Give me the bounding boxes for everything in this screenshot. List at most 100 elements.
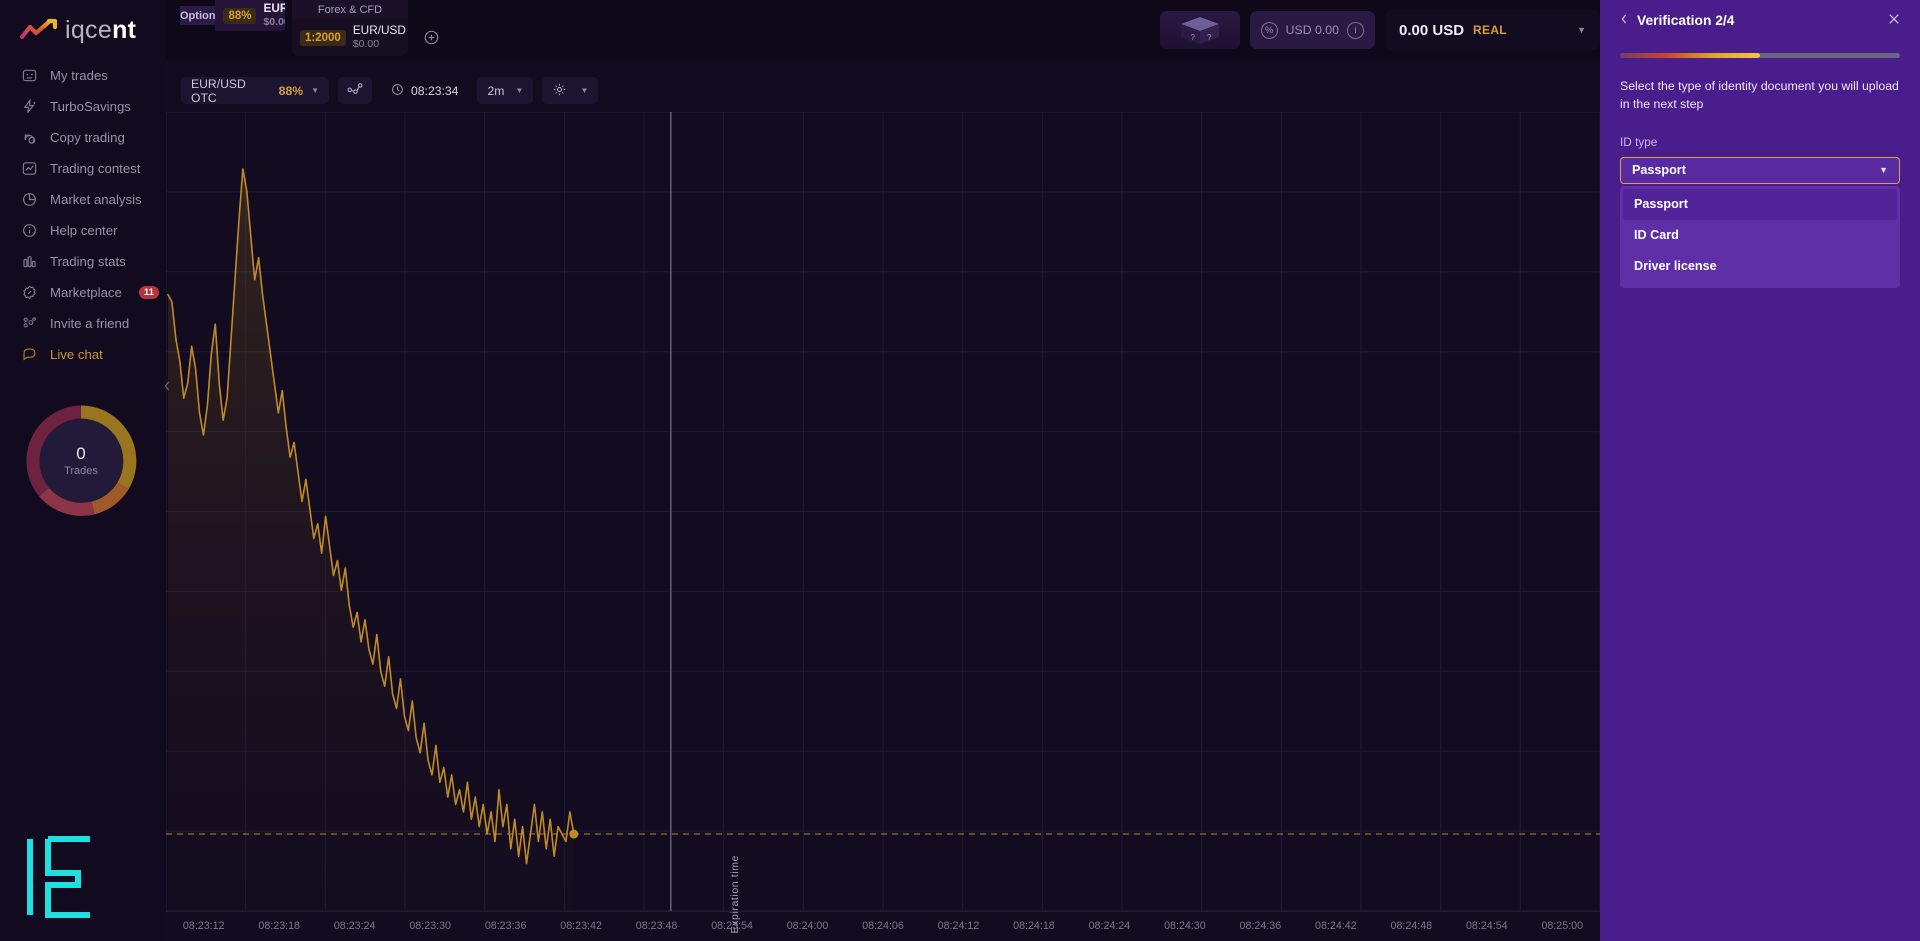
back-button[interactable] bbox=[1620, 13, 1628, 28]
asset-name: EUR/USD OTC bbox=[263, 1, 285, 16]
info-icon[interactable]: i bbox=[1347, 21, 1364, 39]
balance-type: REAL bbox=[1473, 23, 1507, 37]
gear-star-icon bbox=[21, 284, 38, 301]
gear-icon bbox=[552, 82, 567, 100]
indicators-icon bbox=[346, 82, 364, 99]
x-axis-tick: 08:24:30 bbox=[1164, 920, 1206, 932]
sidebar: iqcent My trades TurboSavings Copy tradi… bbox=[0, 0, 166, 941]
leverage-pill: 1:2000 bbox=[300, 29, 346, 46]
verification-description: Select the type of identity document you… bbox=[1620, 79, 1899, 111]
sidebar-item-label: My trades bbox=[50, 68, 108, 83]
sidebar-collapse-handle[interactable] bbox=[160, 372, 174, 400]
indicators-button[interactable] bbox=[338, 77, 372, 104]
asset-tab-kind: Option bbox=[180, 6, 216, 25]
verification-progress-fill bbox=[1620, 53, 1760, 58]
trades-donut-chart: 0 Trades bbox=[20, 400, 142, 522]
x-axis-tick: 08:24:48 bbox=[1390, 920, 1433, 932]
brand-name: iqcent bbox=[65, 15, 137, 44]
sidebar-item-label: Invite a friend bbox=[50, 316, 130, 331]
sidebar-item-turbosavings[interactable]: TurboSavings bbox=[0, 91, 166, 122]
svg-text:?: ? bbox=[1207, 33, 1212, 42]
sidebar-item-trading-stats[interactable]: Trading stats bbox=[0, 246, 166, 277]
x-axis-tick: 08:24:42 bbox=[1315, 920, 1357, 932]
option-label: Passport bbox=[1634, 197, 1688, 212]
sidebar-item-label: Trading contest bbox=[50, 161, 141, 176]
asset-tabs: Option 88% EUR/USD OTC $0.00 Forex & CFD… bbox=[166, 0, 442, 56]
x-axis-tick: 08:23:12 bbox=[182, 920, 225, 932]
verification-title: Verification 2/4 bbox=[1637, 12, 1735, 28]
verification-panel: Verification 2/4 Select the type of iden… bbox=[1600, 0, 1920, 941]
option-label: ID Card bbox=[1634, 228, 1679, 243]
expiration-time-label: Expiration time bbox=[729, 855, 741, 934]
id-type-option-passport[interactable]: Passport bbox=[1623, 188, 1897, 220]
sidebar-item-help-center[interactable]: Help center bbox=[0, 215, 166, 246]
sidebar-item-label: Help center bbox=[50, 223, 118, 238]
sidebar-item-copy-trading[interactable]: Copy trading bbox=[0, 122, 166, 153]
x-axis-tick: 08:24:36 bbox=[1239, 920, 1282, 932]
id-type-selected-value: Passport bbox=[1632, 163, 1686, 178]
top-bar-right: ? ? % USD 0.00 i 0.00 USD REAL ▼ bbox=[1159, 0, 1600, 60]
asset-name: EUR/USD bbox=[352, 23, 406, 38]
chart-asset-name: EUR/USD OTC bbox=[191, 76, 246, 105]
price-chart-svg bbox=[165, 111, 1601, 912]
chart-clock: 08:23:34 bbox=[381, 77, 468, 104]
x-axis-tick: 08:24:54 bbox=[1465, 920, 1508, 932]
payout-pill: 88% bbox=[223, 7, 257, 24]
asset-amount: $0.00 bbox=[263, 16, 285, 29]
contest-icon bbox=[21, 160, 38, 177]
chevron-down-icon: ▼ bbox=[580, 86, 589, 95]
option-label: Driver license bbox=[1634, 259, 1717, 274]
id-type-option-driver-license[interactable]: Driver license bbox=[1623, 251, 1897, 282]
chevron-down-icon: ▼ bbox=[1577, 25, 1586, 35]
chevron-down-icon: ▼ bbox=[311, 86, 319, 95]
marketplace-badge: 11 bbox=[138, 285, 159, 300]
x-axis-tick: 08:24:18 bbox=[1013, 920, 1055, 932]
chart-settings-button[interactable]: ▼ bbox=[542, 77, 599, 104]
bonus-amount: USD 0.00 bbox=[1285, 23, 1339, 37]
pie-icon bbox=[21, 191, 38, 208]
id-type-select[interactable]: Passport ▼ bbox=[1620, 156, 1900, 184]
chart-asset-select[interactable]: EUR/USD OTC 88% ▼ bbox=[181, 76, 329, 105]
sidebar-item-trading-contest[interactable]: Trading contest bbox=[0, 153, 166, 184]
id-type-option-id-card[interactable]: ID Card bbox=[1623, 220, 1897, 251]
watermark-logo bbox=[22, 833, 98, 921]
sidebar-item-my-trades[interactable]: My trades bbox=[0, 60, 166, 91]
balance-selector[interactable]: 0.00 USD REAL ▼ bbox=[1385, 10, 1600, 50]
percent-off-icon: % bbox=[1260, 21, 1278, 39]
sidebar-item-label: Trading stats bbox=[50, 254, 126, 269]
id-type-options-list: Passport ID Card Driver license bbox=[1620, 185, 1900, 288]
chart-toolbar: EUR/USD OTC 88% ▼ 08:23:34 2m ▼ ▼ bbox=[181, 76, 599, 105]
chevron-down-icon: ▼ bbox=[515, 86, 524, 95]
asset-tab-option[interactable]: Option 88% EUR/USD OTC $0.00 bbox=[169, 0, 285, 31]
people-icon bbox=[21, 315, 38, 332]
x-axis-tick: 08:23:24 bbox=[333, 920, 376, 932]
sidebar-item-marketplace[interactable]: Marketplace 11 bbox=[0, 277, 166, 308]
bolt-icon bbox=[21, 98, 38, 115]
close-icon[interactable] bbox=[1888, 13, 1900, 28]
sidebar-item-market-analysis[interactable]: Market analysis bbox=[0, 184, 166, 215]
duration-select[interactable]: 2m ▼ bbox=[477, 77, 534, 104]
price-chart[interactable]: 08:23:12 08:23:18 08:23:24 08:23:30 08:23:36… bbox=[165, 111, 1601, 941]
bonus-chip[interactable]: % USD 0.00 i bbox=[1249, 11, 1375, 49]
x-axis-tick: 08:25:00 bbox=[1541, 920, 1584, 932]
verification-header: Verification 2/4 bbox=[1620, 0, 1900, 40]
trading-platform-window: iqcent My trades TurboSavings Copy tradi… bbox=[0, 0, 1920, 941]
verification-progress-bar bbox=[1620, 53, 1900, 58]
x-axis-tick: 08:23:36 bbox=[484, 920, 527, 932]
asset-tab-forex-cfd[interactable]: Forex & CFD 1:2000 EUR/USD $0.00 bbox=[292, 0, 408, 56]
sidebar-item-label: Copy trading bbox=[50, 130, 125, 145]
chart-asset-payout: 88% bbox=[278, 83, 304, 98]
brand-logo[interactable]: iqcent bbox=[0, 0, 166, 60]
add-asset-button[interactable] bbox=[420, 27, 442, 49]
chart-area-fill bbox=[168, 168, 574, 911]
sidebar-item-live-chat[interactable]: Live chat bbox=[0, 339, 166, 370]
info-icon bbox=[21, 222, 38, 239]
clock-icon bbox=[391, 83, 404, 99]
sidebar-item-label: Market analysis bbox=[50, 192, 142, 207]
mystery-box-button[interactable]: ? ? bbox=[1159, 11, 1240, 49]
sidebar-item-invite-a-friend[interactable]: Invite a friend bbox=[0, 308, 166, 339]
asset-tab-kind: Forex & CFD bbox=[292, 0, 408, 19]
x-axis-tick: 08:23:48 bbox=[635, 920, 678, 932]
chart-area[interactable]: EUR/USD OTC 88% ▼ 08:23:34 2m ▼ ▼ 08:23:… bbox=[165, 60, 1601, 941]
sidebar-item-label: Live chat bbox=[50, 347, 103, 362]
